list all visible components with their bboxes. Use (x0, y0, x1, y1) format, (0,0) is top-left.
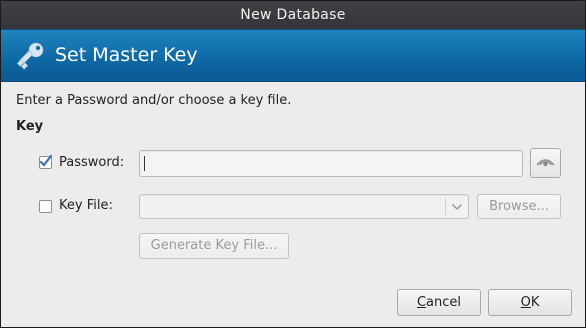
ok-label-rest: K (530, 295, 540, 310)
cancel-mnemonic: C (416, 295, 427, 310)
window-title: New Database (1, 1, 585, 29)
toggle-password-visibility-button[interactable] (530, 148, 561, 178)
cancel-label-rest: ancel (426, 295, 462, 310)
key-file-combobox[interactable] (139, 194, 469, 219)
key-section-title: Key (16, 119, 44, 134)
browse-button[interactable]: Browse... (477, 194, 561, 219)
instruction-text: Enter a Password and/or choose a key fil… (16, 93, 292, 108)
generate-key-file-button[interactable]: Generate Key File... (139, 233, 289, 259)
key-file-label: Key File: (59, 198, 113, 213)
password-checkbox[interactable] (39, 154, 53, 169)
combobox-divider (445, 198, 446, 215)
new-database-dialog: New Database Set Master Key Enter a Pass… (0, 0, 586, 328)
cancel-button[interactable]: Cancel (397, 289, 481, 316)
eye-icon (531, 159, 560, 181)
key-file-checkbox[interactable] (39, 200, 52, 213)
checkmark-icon (39, 154, 53, 167)
banner-title: Set Master Key (55, 44, 198, 66)
header-banner: Set Master Key (1, 29, 585, 82)
ok-mnemonic: O (520, 295, 531, 310)
key-icon (15, 40, 47, 72)
password-input[interactable] (139, 150, 523, 177)
chevron-down-icon[interactable] (451, 201, 463, 216)
ok-button[interactable]: OK (488, 289, 572, 316)
password-label: Password: (59, 155, 125, 170)
text-caret (144, 156, 145, 171)
